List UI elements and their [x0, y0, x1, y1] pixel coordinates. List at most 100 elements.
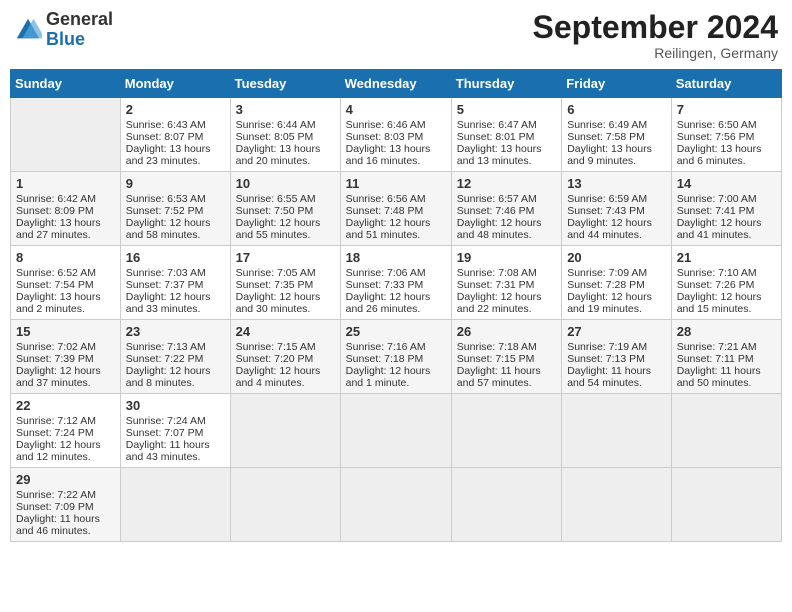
daylight: Daylight: 13 hours and 13 minutes. — [457, 143, 542, 167]
calendar-day-cell: 8Sunrise: 6:52 AMSunset: 7:54 PMDaylight… — [11, 246, 121, 320]
sunset: Sunset: 7:46 PM — [457, 205, 535, 217]
sunset: Sunset: 7:35 PM — [236, 279, 314, 291]
sunset: Sunset: 8:09 PM — [16, 205, 94, 217]
sunrise: Sunrise: 6:44 AM — [236, 119, 316, 131]
calendar-day-cell: 10Sunrise: 6:55 AMSunset: 7:50 PMDayligh… — [230, 172, 340, 246]
day-number: 24 — [236, 324, 335, 339]
sunset: Sunset: 7:11 PM — [677, 353, 754, 365]
sunrise: Sunrise: 7:12 AM — [16, 415, 96, 427]
daylight: Daylight: 11 hours and 46 minutes. — [16, 513, 100, 537]
day-number: 6 — [567, 102, 666, 117]
sunset: Sunset: 7:33 PM — [346, 279, 424, 291]
sunset: Sunset: 7:18 PM — [346, 353, 424, 365]
sunset: Sunset: 7:22 PM — [126, 353, 204, 365]
col-thursday: Thursday — [451, 70, 561, 98]
sunrise: Sunrise: 6:50 AM — [677, 119, 757, 131]
daylight: Daylight: 12 hours and 26 minutes. — [346, 291, 431, 315]
daylight: Daylight: 12 hours and 12 minutes. — [16, 439, 101, 463]
sunset: Sunset: 7:15 PM — [457, 353, 535, 365]
col-friday: Friday — [562, 70, 672, 98]
day-number: 29 — [16, 472, 115, 487]
sunrise: Sunrise: 7:18 AM — [457, 341, 537, 353]
sunset: Sunset: 7:41 PM — [677, 205, 755, 217]
calendar-day-cell: 16 Sunrise: 7:03 AMSunset: 7:37 PMDayligh… — [120, 246, 230, 320]
empty-cell — [120, 468, 230, 542]
day-number: 9 — [126, 176, 225, 191]
sunrise: Sunrise: 6:56 AM — [346, 193, 426, 205]
daylight: Daylight: 12 hours and 22 minutes. — [457, 291, 542, 315]
day-number: 8 — [16, 250, 115, 265]
day-number: 30 — [126, 398, 225, 413]
daylight: Daylight: 12 hours and 37 minutes. — [16, 365, 101, 389]
sunrise: Sunrise: 6:52 AM — [16, 267, 96, 279]
calendar-day-cell: 29 Sunrise: 7:22 AMSunset: 7:09 PMDayligh… — [11, 468, 121, 542]
sunset: Sunset: 7:54 PM — [16, 279, 94, 291]
day-number: 11 — [346, 176, 446, 191]
day-number: 10 — [236, 176, 335, 191]
sunset: Sunset: 7:07 PM — [126, 427, 204, 439]
day-number: 4 — [346, 102, 446, 117]
calendar-week-row: 15Sunrise: 7:02 AMSunset: 7:39 PMDayligh… — [11, 320, 782, 394]
sunrise: Sunrise: 7:03 AM — [126, 267, 206, 279]
sunrise: Sunrise: 7:10 AM — [677, 267, 757, 279]
calendar-day-cell: 15Sunrise: 7:02 AMSunset: 7:39 PMDayligh… — [11, 320, 121, 394]
sunrise: Sunrise: 7:19 AM — [567, 341, 647, 353]
sunset: Sunset: 7:48 PM — [346, 205, 424, 217]
sunset: Sunset: 7:39 PM — [16, 353, 94, 365]
col-monday: Monday — [120, 70, 230, 98]
day-number: 16 — [126, 250, 225, 265]
page-header: General Blue September 2024 Reilingen, G… — [10, 10, 782, 61]
calendar-day-cell: 17Sunrise: 7:05 AMSunset: 7:35 PMDayligh… — [230, 246, 340, 320]
title-block: September 2024 Reilingen, Germany — [533, 10, 778, 61]
sunrise: Sunrise: 6:59 AM — [567, 193, 647, 205]
sunset: Sunset: 8:05 PM — [236, 131, 314, 143]
calendar-day-cell: 9Sunrise: 6:53 AMSunset: 7:52 PMDaylight… — [120, 172, 230, 246]
sunrise: Sunrise: 7:06 AM — [346, 267, 426, 279]
daylight: Daylight: 12 hours and 15 minutes. — [677, 291, 762, 315]
day-number: 26 — [457, 324, 556, 339]
day-number: 14 — [677, 176, 776, 191]
daylight: Daylight: 12 hours and 19 minutes. — [567, 291, 652, 315]
calendar-day-cell: 2Sunrise: 6:43 AMSunset: 8:07 PMDaylight… — [120, 98, 230, 172]
daylight: Daylight: 12 hours and 58 minutes. — [126, 217, 211, 241]
daylight: Daylight: 11 hours and 43 minutes. — [126, 439, 210, 463]
calendar-day-cell: 18 Sunrise: 7:06 AMSunset: 7:33 PMDayligh… — [340, 246, 451, 320]
calendar-day-cell: 19Sunrise: 7:08 AMSunset: 7:31 PMDayligh… — [451, 246, 561, 320]
daylight: Daylight: 13 hours and 16 minutes. — [346, 143, 431, 167]
sunset: Sunset: 7:20 PM — [236, 353, 314, 365]
col-wednesday: Wednesday — [340, 70, 451, 98]
daylight: Daylight: 12 hours and 1 minute. — [346, 365, 431, 389]
calendar-day-cell: 13Sunrise: 6:59 AMSunset: 7:43 PMDayligh… — [562, 172, 672, 246]
calendar-day-cell: 3Sunrise: 6:44 AMSunset: 8:05 PMDaylight… — [230, 98, 340, 172]
daylight: Daylight: 12 hours and 51 minutes. — [346, 217, 431, 241]
day-number: 18 — [346, 250, 446, 265]
daylight: Daylight: 12 hours and 33 minutes. — [126, 291, 211, 315]
daylight: Daylight: 12 hours and 30 minutes. — [236, 291, 321, 315]
sunset: Sunset: 7:26 PM — [677, 279, 755, 291]
sunset: Sunset: 8:03 PM — [346, 131, 424, 143]
sunrise: Sunrise: 7:16 AM — [346, 341, 426, 353]
calendar-week-row: 1Sunrise: 6:42 AMSunset: 8:09 PMDaylight… — [11, 172, 782, 246]
sunrise: Sunrise: 6:47 AM — [457, 119, 537, 131]
calendar-day-cell: 4Sunrise: 6:46 AMSunset: 8:03 PMDaylight… — [340, 98, 451, 172]
sunset: Sunset: 7:56 PM — [677, 131, 755, 143]
daylight: Daylight: 13 hours and 27 minutes. — [16, 217, 101, 241]
calendar-day-cell: 28Sunrise: 7:21 AMSunset: 7:11 PMDayligh… — [671, 320, 781, 394]
col-tuesday: Tuesday — [230, 70, 340, 98]
calendar-day-cell: 12Sunrise: 6:57 AMSunset: 7:46 PMDayligh… — [451, 172, 561, 246]
daylight: Daylight: 13 hours and 6 minutes. — [677, 143, 762, 167]
sunrise: Sunrise: 7:22 AM — [16, 489, 96, 501]
daylight: Daylight: 11 hours and 54 minutes. — [567, 365, 651, 389]
sunset: Sunset: 7:37 PM — [126, 279, 204, 291]
col-sunday: Sunday — [11, 70, 121, 98]
calendar-day-cell: 7Sunrise: 6:50 AMSunset: 7:56 PMDaylight… — [671, 98, 781, 172]
calendar-day-cell: 1Sunrise: 6:42 AMSunset: 8:09 PMDaylight… — [11, 172, 121, 246]
empty-cell — [671, 394, 781, 468]
sunset: Sunset: 7:09 PM — [16, 501, 94, 513]
day-number: 17 — [236, 250, 335, 265]
calendar-day-cell: 23Sunrise: 7:13 AMSunset: 7:22 PMDayligh… — [120, 320, 230, 394]
calendar-day-cell: 11 Sunrise: 6:56 AMSunset: 7:48 PMDayligh… — [340, 172, 451, 246]
empty-cell — [11, 98, 121, 172]
sunset: Sunset: 8:07 PM — [126, 131, 204, 143]
day-number: 15 — [16, 324, 115, 339]
